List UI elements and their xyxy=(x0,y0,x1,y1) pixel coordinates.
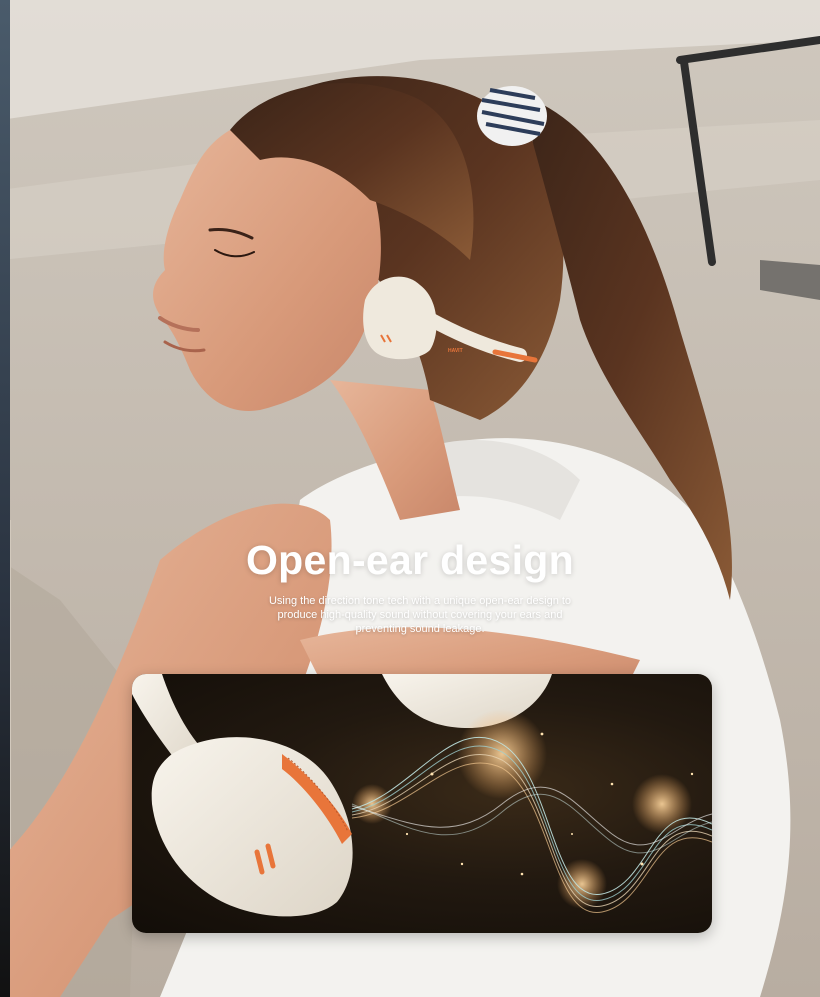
earphone-closeup-illustration xyxy=(132,674,712,917)
hero-title: Open-ear design xyxy=(245,537,574,583)
hero-description: Using the direction tone tech with a uni… xyxy=(268,595,572,635)
left-edge-strip xyxy=(0,0,10,997)
product-closeup-card xyxy=(132,674,712,933)
product-page: HAVIT Open-ear design Using the directio… xyxy=(0,0,820,997)
svg-text:HAVIT: HAVIT xyxy=(448,348,463,354)
